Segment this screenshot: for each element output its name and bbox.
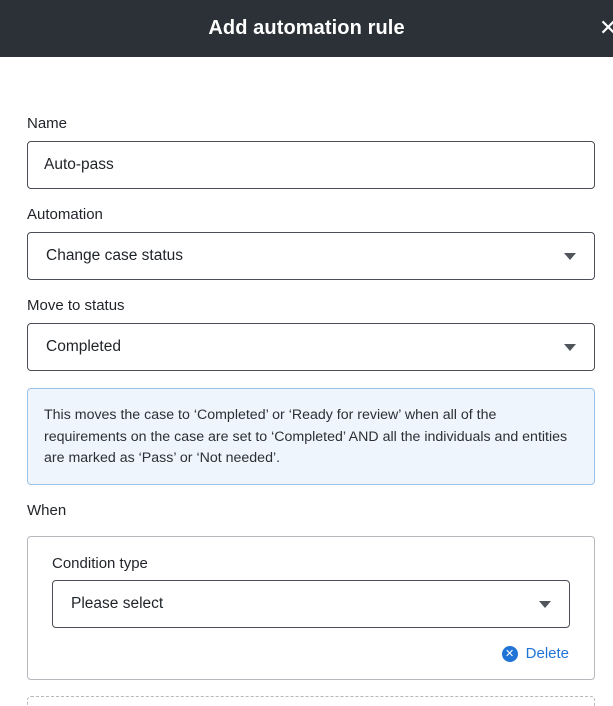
chevron-down-icon	[539, 601, 551, 608]
condition-type-select[interactable]: Please select	[52, 580, 570, 628]
automation-select[interactable]: Change case status	[27, 232, 595, 280]
delete-condition-button[interactable]: ✕ Delete	[501, 645, 569, 662]
delete-condition-label: Delete	[525, 645, 569, 662]
modal-header: Add automation rule ✕	[0, 0, 613, 57]
condition-type-select-value: Please select	[71, 595, 164, 612]
info-message-text: This moves the case to ‘Completed’ or ‘R…	[44, 407, 568, 466]
chevron-down-icon	[564, 253, 576, 260]
move-to-status-select[interactable]: Completed	[27, 323, 595, 371]
name-label: Name	[27, 115, 68, 132]
chevron-down-icon	[564, 344, 576, 351]
delete-icon: ✕	[501, 645, 518, 662]
info-message: This moves the case to ‘Completed’ or ‘R…	[27, 388, 595, 485]
add-condition-area[interactable]	[27, 696, 595, 706]
when-heading: When	[27, 502, 67, 519]
name-input-value: Auto-pass	[44, 156, 114, 173]
close-icon[interactable]: ✕	[599, 14, 613, 42]
modal-title: Add automation rule	[208, 17, 405, 39]
move-to-status-select-value: Completed	[46, 338, 121, 355]
move-to-status-label: Move to status	[27, 297, 125, 314]
automation-select-value: Change case status	[46, 247, 184, 264]
name-input[interactable]: Auto-pass	[27, 141, 595, 189]
automation-label: Automation	[27, 206, 103, 223]
condition-card: Condition type Please select ✕ Delete	[27, 536, 595, 680]
condition-type-label: Condition type	[52, 555, 148, 572]
